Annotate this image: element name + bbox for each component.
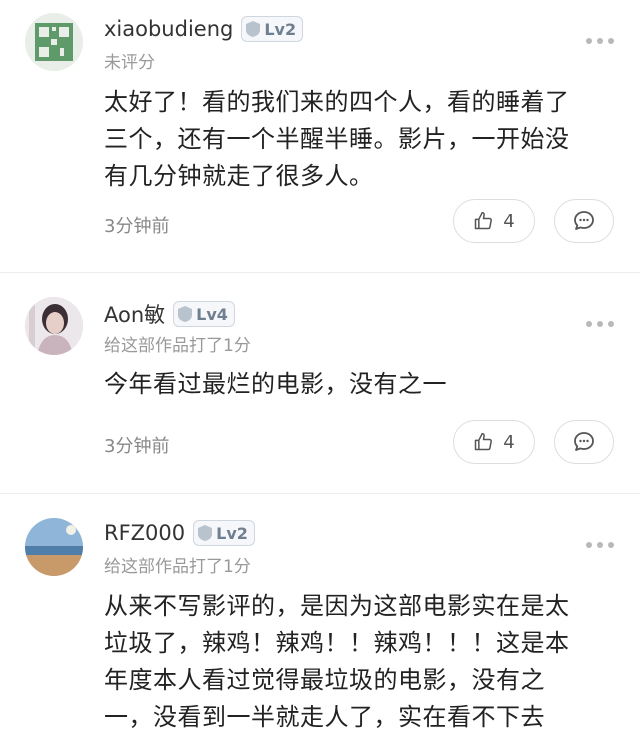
divider [0,493,640,494]
timestamp: 3分钟前 [104,216,170,237]
rating-text: 未评分 [104,53,155,73]
comment-text: 从来不写影评的，是因为这部电影实在是太 垃圾了，辣鸡！辣鸡！！辣鸡！！！这是本 … [104,588,614,736]
comment-line: 垃圾了，辣鸡！辣鸡！！辣鸡！！！这是本 [104,629,570,657]
username[interactable]: RFZ000 Lv2 [104,520,255,546]
comment-line: 年度本人看过觉得最垃圾的电影，没有之 [104,666,545,694]
username[interactable]: xiaobudieng Lv2 [104,16,304,42]
comment-text: 太好了！看的我们来的四个人，看的睡着了 三个，还有一个半醒半睡。影片，一开始没 … [104,84,614,195]
comment-line: 三个，还有一个半醒半睡。影片，一开始没 [104,125,570,153]
level-badge: Lv4 [173,301,235,327]
avatar[interactable] [25,518,83,576]
more-options-icon[interactable] [586,38,614,44]
comment-card: Aon敏 Lv4 给这部作品打了1分 今年看过最烂的电影，没有之一 3分钟前 4 [0,283,640,493]
rating-text: 给这部作品打了1分 [104,557,251,577]
level-text: Lv2 [216,523,248,543]
avatar[interactable] [25,297,83,355]
timestamp: 3分钟前 [104,436,170,457]
level-badge: Lv2 [193,520,255,546]
comment-bubble-icon [574,432,594,451]
level-text: Lv2 [264,19,297,39]
like-button[interactable]: 4 [453,199,535,243]
comment-line: 今年看过最烂的电影，没有之一 [104,370,447,398]
username-text[interactable]: RFZ000 [104,521,185,545]
level-text: Lv4 [196,304,228,324]
more-options-icon[interactable] [586,321,614,327]
level-shield-icon [198,525,213,541]
like-count: 4 [503,431,515,453]
level-shield-icon [178,306,193,322]
reply-button[interactable] [554,199,614,243]
thumbs-up-icon [475,211,493,230]
rating-text: 给这部作品打了1分 [104,336,251,356]
username-text[interactable]: xiaobudieng [104,17,233,41]
comment-card: RFZ000 Lv2 给这部作品打了1分 从来不写影评的，是因为这部电影实在是太… [0,504,640,731]
comment-line: 有几分钟就走了很多人。 [104,162,374,190]
username[interactable]: Aon敏 Lv4 [104,299,235,329]
comment-line: 太好了！看的我们来的四个人，看的睡着了 [104,88,570,116]
reply-button[interactable] [554,420,614,464]
comment-text: 今年看过最烂的电影，没有之一 [104,366,614,403]
comment-line: 一，没看到一半就走人了，实在看不下去 [104,703,545,731]
divider [0,272,640,273]
thumbs-up-icon [475,432,493,451]
comment-line: 从来不写影评的，是因为这部电影实在是太 [104,592,570,620]
avatar[interactable] [25,13,83,71]
like-count: 4 [503,210,515,232]
username-text[interactable]: Aon敏 [104,299,165,329]
more-options-icon[interactable] [586,542,614,548]
level-badge: Lv2 [241,16,304,42]
comment-card: xiaobudieng Lv2 未评分 太好了！看的我们来的四个人，看的睡着了 … [0,0,640,272]
comment-bubble-icon [574,211,594,230]
level-shield-icon [246,21,261,37]
like-button[interactable]: 4 [453,420,535,464]
